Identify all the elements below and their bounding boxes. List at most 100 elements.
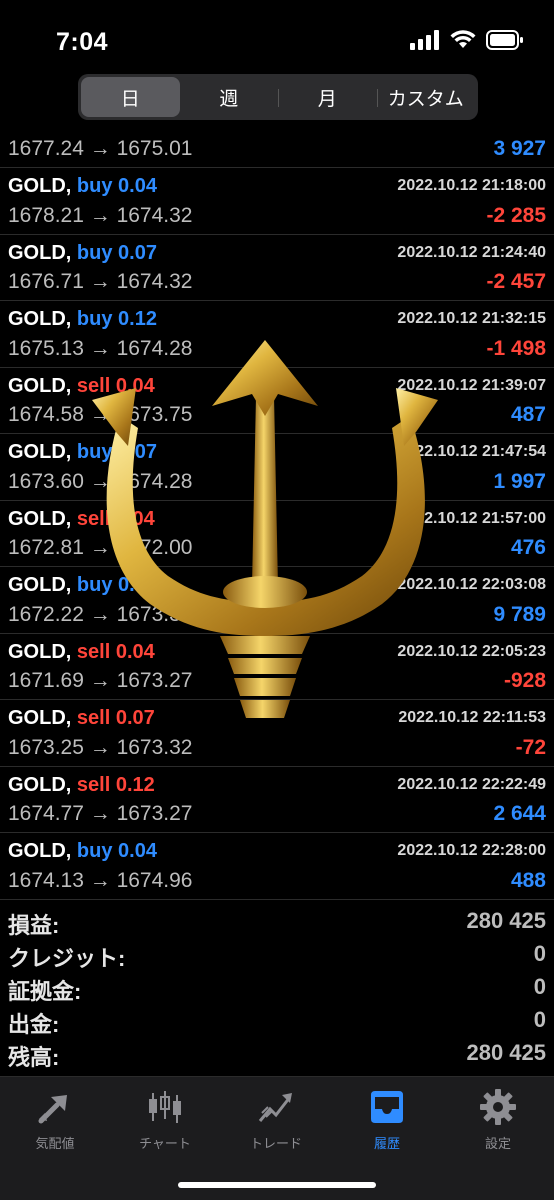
summary-label: 証拠金: — [8, 979, 82, 1004]
price-range: 1671.69 → 1673.27 — [8, 669, 193, 692]
trade-symbol: GOLD, buy 0.07 — [8, 242, 157, 265]
symbol-label: GOLD, — [8, 374, 72, 397]
list-item[interactable]: GOLD, buy 0.04 2022.10.12 21:18:00 1678.21… — [0, 168, 554, 235]
trade-date: 2022.10.12 21:24:40 — [397, 243, 546, 261]
profit-value: 487 — [510, 403, 546, 426]
tab-day[interactable]: 日 — [81, 77, 180, 117]
price-range: 1677.24 → 1675.01 — [8, 137, 193, 160]
list-item[interactable]: 1677.24 → 1675.01 3 927 — [0, 132, 554, 168]
trade-side: sell 0.04 — [76, 374, 155, 397]
summary-value: 0 — [533, 1007, 546, 1032]
profit-value: -72 — [515, 735, 546, 759]
symbol-label: GOLD, — [8, 773, 72, 796]
trade-symbol: GOLD, buy 0.07 — [8, 441, 157, 464]
list-item[interactable]: GOLD, buy 0.04 2022.10.12 22:28:00 1674.13… — [0, 833, 554, 900]
period-segmented-control: 日 週 月 カスタム — [78, 74, 478, 120]
trade-side: buy 0.12 — [76, 574, 157, 596]
price-range: 1672.22 → 1673.32 — [8, 602, 193, 626]
summary-label: 出金: — [8, 1012, 60, 1037]
tab-label: 設定 — [484, 1136, 511, 1151]
trade-date: 2022.10.12 22:05:23 — [397, 642, 546, 660]
profit-value: -928 — [503, 669, 546, 692]
trade-history-list[interactable]: 1677.24 → 1675.01 3 927 GOLD, buy 0.04 20… — [0, 132, 554, 900]
list-item[interactable]: GOLD, buy 0.07 2022.10.12 21:24:40 1676.71… — [0, 235, 554, 301]
list-item[interactable]: GOLD, sell 0.12 2022.10.12 22:22:49 1674.7… — [0, 767, 554, 833]
profit-value: -1 498 — [486, 336, 546, 360]
trade-side: buy 0.07 — [76, 241, 157, 264]
profit-value: 1 997 — [493, 469, 546, 493]
price-range: 1678.21 → 1674.32 — [8, 203, 193, 227]
profit-value: 488 — [510, 868, 546, 892]
trade-symbol: GOLD, sell 0.04 — [8, 375, 155, 398]
tab-trade[interactable]: トレード — [221, 1087, 331, 1152]
history-inbox-icon — [332, 1087, 442, 1127]
trade-date: 2022.10.12 22:03:08 — [397, 576, 546, 593]
trade-date: 2022.10.12 21:32:15 — [397, 310, 546, 327]
summary-label: 残高: — [8, 1045, 60, 1070]
profit-value: 3 927 — [493, 137, 546, 160]
gear-icon — [443, 1087, 553, 1127]
profit-value: -2 285 — [486, 203, 546, 227]
price-range: 1672.81 → 1672.00 — [8, 536, 193, 559]
summary-label: クレジット: — [8, 946, 126, 971]
summary-balance: 残高: 280 425 — [0, 1038, 554, 1071]
symbol-label: GOLD, — [8, 574, 72, 596]
trade-date: 2022.10.12 22:22:49 — [397, 775, 546, 793]
quotes-icon — [0, 1087, 110, 1127]
trade-symbol: GOLD, sell 0.12 — [8, 774, 155, 797]
symbol-label: GOLD, — [8, 507, 72, 530]
trade-symbol: GOLD, sell 0.04 — [8, 508, 155, 531]
trade-date: 2022.10.12 21:57:00 — [397, 509, 546, 527]
profit-value: 2 644 — [493, 802, 546, 825]
tab-label: トレード — [249, 1136, 302, 1151]
list-item[interactable]: GOLD, sell 0.07 2022.10.12 22:11:53 1673.2… — [0, 700, 554, 767]
list-item[interactable]: GOLD, buy 0.12 2022.10.12 22:03:08 1672.22… — [0, 567, 554, 634]
trade-date: 2022.10.12 21:39:07 — [397, 376, 546, 394]
trade-symbol: GOLD, buy 0.12 — [8, 308, 157, 331]
price-range: 1675.13 → 1674.28 — [8, 336, 193, 360]
symbol-label: GOLD, — [8, 308, 72, 330]
price-range: 1674.58 → 1673.75 — [8, 403, 193, 426]
summary-value: 0 — [533, 941, 546, 966]
trade-date: 2022.10.12 22:28:00 — [397, 842, 546, 859]
trade-symbol: GOLD, sell 0.07 — [8, 707, 155, 730]
summary-value: 280 425 — [466, 908, 546, 933]
trade-symbol: GOLD, buy 0.04 — [8, 840, 157, 863]
trade-symbol: GOLD, sell 0.04 — [8, 641, 155, 664]
list-item[interactable]: GOLD, buy 0.12 2022.10.12 21:32:15 1675.13… — [0, 301, 554, 368]
summary-value: 0 — [533, 974, 546, 999]
price-range: 1673.25 → 1673.32 — [8, 735, 193, 759]
candlestick-chart-icon — [110, 1087, 220, 1127]
tab-week[interactable]: 週 — [180, 77, 279, 117]
home-indicator — [178, 1182, 376, 1188]
trade-date: 2022.10.12 21:18:00 — [397, 177, 546, 194]
trade-side: sell 0.07 — [76, 707, 155, 729]
symbol-label: GOLD, — [8, 175, 72, 197]
profit-value: 9 789 — [493, 602, 546, 626]
list-item[interactable]: GOLD, sell 0.04 2022.10.12 22:05:23 1671.6… — [0, 634, 554, 700]
tab-custom[interactable]: カスタム — [376, 77, 476, 117]
status-icons — [410, 30, 524, 50]
list-item[interactable]: GOLD, sell 0.04 2022.10.12 21:57:00 1672.8… — [0, 501, 554, 567]
trade-symbol: GOLD, buy 0.12 — [8, 574, 157, 597]
bottom-tab-bar: 気配値 チャート トレード 履歴 設定 — [0, 1076, 554, 1200]
signal-icon — [410, 30, 439, 50]
trade-chart-icon — [221, 1087, 331, 1127]
trade-side: buy 0.04 — [76, 840, 157, 862]
summary-credit: クレジット: 0 — [0, 939, 554, 972]
trade-side: sell 0.12 — [76, 773, 155, 796]
list-item[interactable]: GOLD, sell 0.04 2022.10.12 21:39:07 1674.5… — [0, 368, 554, 434]
summary-label: 損益: — [8, 913, 60, 938]
tab-month[interactable]: 月 — [278, 77, 377, 117]
status-bar: 7:04 — [0, 0, 554, 72]
list-item[interactable]: GOLD, buy 0.07 2022.10.12 21:47:54 1673.60… — [0, 434, 554, 501]
trade-side: buy 0.07 — [76, 441, 157, 463]
trade-side: buy 0.04 — [76, 175, 157, 197]
price-range: 1676.71 → 1674.32 — [8, 270, 193, 293]
tab-quotes[interactable]: 気配値 — [0, 1087, 110, 1152]
tab-settings[interactable]: 設定 — [443, 1087, 553, 1152]
price-range: 1673.60 → 1674.28 — [8, 469, 193, 493]
tab-label: 履歴 — [373, 1136, 400, 1151]
tab-chart[interactable]: チャート — [110, 1087, 220, 1152]
tab-history[interactable]: 履歴 — [332, 1087, 442, 1152]
